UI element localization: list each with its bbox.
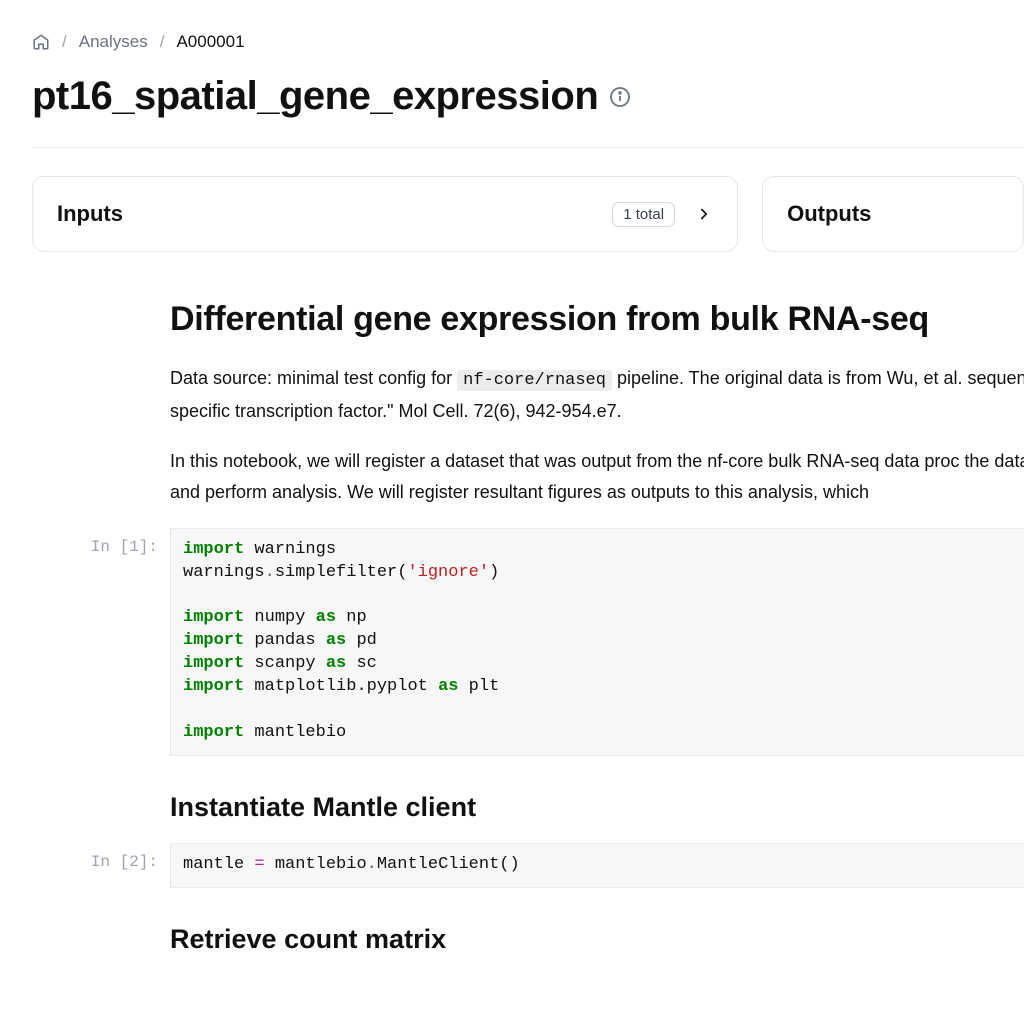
- page-title: pt16_spatial_gene_expression: [32, 74, 1024, 119]
- inputs-total-badge: 1 total: [612, 202, 675, 227]
- outputs-card-title: Outputs: [787, 201, 871, 227]
- chevron-right-icon[interactable]: [695, 205, 713, 223]
- notebook-h2: Instantiate Mantle client: [170, 792, 1024, 823]
- breadcrumb-sep: /: [62, 32, 67, 52]
- breadcrumb: / Analyses / A000001: [32, 32, 1024, 52]
- notebook-h1: Differential gene expression from bulk R…: [170, 300, 1024, 339]
- cell-prompt: In [1]:: [32, 528, 170, 756]
- notebook-paragraph: Data source: minimal test config for nf-…: [170, 363, 1024, 426]
- page-title-text: pt16_spatial_gene_expression: [32, 74, 598, 119]
- breadcrumb-link-analyses[interactable]: Analyses: [79, 32, 148, 52]
- inline-code: nf-core/rnaseq: [457, 370, 612, 391]
- code-cell: In [1]: import warnings warnings.simplef…: [32, 528, 1024, 756]
- text: Data source: minimal test config for: [170, 368, 457, 388]
- inputs-card[interactable]: Inputs 1 total: [32, 176, 738, 252]
- notebook: Differential gene expression from bulk R…: [32, 300, 1024, 955]
- breadcrumb-current: A000001: [176, 32, 244, 52]
- outputs-card[interactable]: Outputs: [762, 176, 1024, 252]
- divider: [32, 147, 1024, 148]
- code-cell: In [2]: mantle = mantlebio.MantleClient(…: [32, 843, 1024, 888]
- notebook-h2: Retrieve count matrix: [170, 924, 1024, 955]
- cell-prompt: In [2]:: [32, 843, 170, 888]
- cell-body[interactable]: mantle = mantlebio.MantleClient(): [170, 843, 1024, 888]
- home-icon[interactable]: [32, 33, 50, 51]
- info-icon[interactable]: [608, 74, 632, 119]
- inputs-card-title: Inputs: [57, 201, 123, 227]
- notebook-paragraph: In this notebook, we will register a dat…: [170, 446, 1024, 507]
- breadcrumb-sep: /: [160, 32, 165, 52]
- cards-row: Inputs 1 total Outputs: [32, 176, 1024, 252]
- cell-body[interactable]: import warnings warnings.simplefilter('i…: [170, 528, 1024, 756]
